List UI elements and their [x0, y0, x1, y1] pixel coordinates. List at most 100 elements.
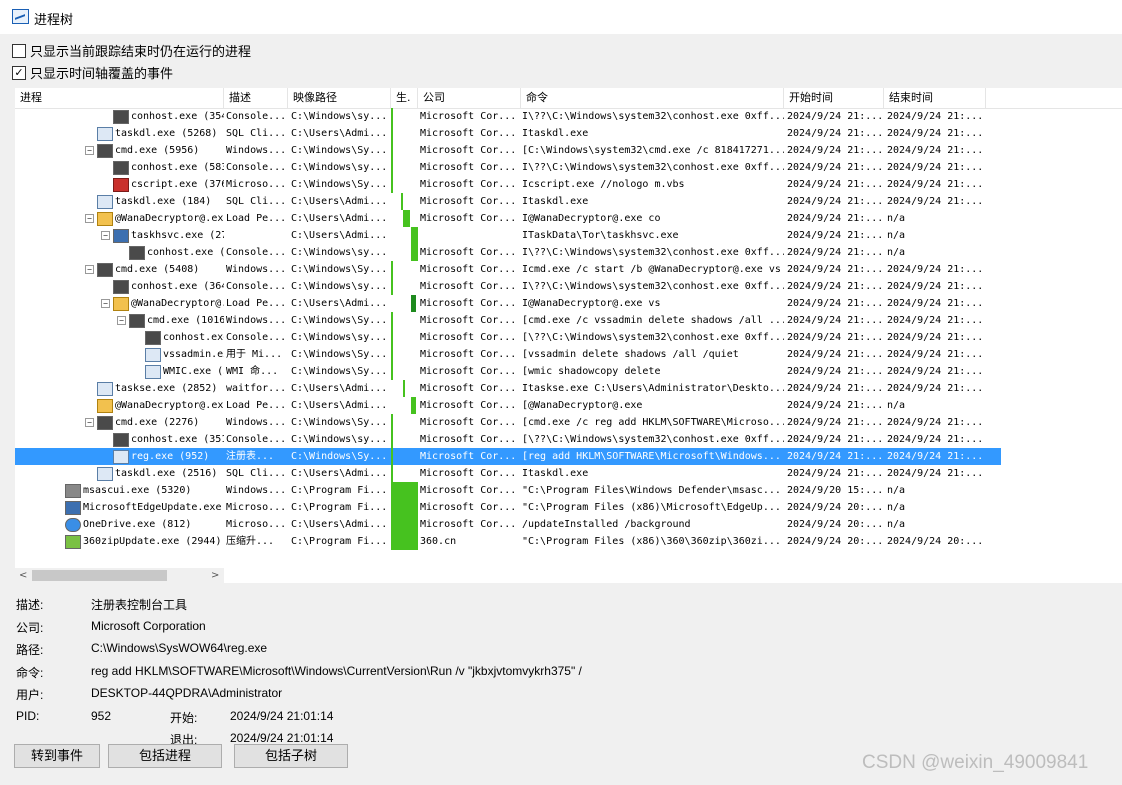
tree-row[interactable]: conhost.exe (3644) — [15, 278, 224, 295]
tree-row[interactable]: − cmd.exe (5408) — [15, 261, 224, 278]
cell-start-time: 2024/9/20 15:... — [787, 485, 884, 496]
table-row[interactable]: Load Pe... C:\Users\Admi... Microsoft Cor.… — [224, 210, 1001, 227]
table-row[interactable]: Microso... C:\Windows\Sy... Microsoft Cor.… — [224, 176, 1001, 193]
table-row[interactable]: 用于 Mi... C:\Windows\Sy... Microsoft Cor...… — [224, 346, 1001, 363]
include-subtree-button[interactable]: 包括子树 — [234, 744, 348, 768]
tree-row[interactable]: conhost.exe (3548) — [15, 108, 224, 125]
tree-row[interactable]: cscript.exe (3764) — [15, 176, 224, 193]
table-row[interactable]: SQL Cli... C:\Users\Admi... Microsoft Cor.… — [224, 193, 1001, 210]
detail-start-label: 开始: — [170, 711, 198, 725]
option-timeline-only[interactable]: ✓ 只显示时间轴覆盖的事件 — [12, 63, 173, 82]
tree-row[interactable]: − @WanaDecryptor@.exe (612 — [15, 210, 224, 227]
tree-row[interactable]: conhost.exe (3516) — [15, 431, 224, 448]
process-tree-grid[interactable]: 进程 描述 映像路径 生. 公司 命令 开始时间 结束时间 conhost.ex… — [15, 88, 1122, 583]
table-row[interactable]: 注册表... C:\Windows\Sy... Microsoft Cor... [r… — [224, 448, 1001, 465]
tree-row[interactable]: MicrosoftEdgeUpdate.exe (856) — [15, 499, 224, 516]
table-row[interactable]: Console... C:\Windows\sy... Microsoft Cor.… — [224, 108, 1001, 125]
option-running-only[interactable]: 只显示当前跟踪结束时仍在运行的进程 — [12, 41, 251, 60]
tree-row[interactable]: taskse.exe (2852) — [15, 380, 224, 397]
defender-icon — [65, 484, 81, 498]
collapse-toggle-icon[interactable]: − — [85, 265, 94, 274]
table-row[interactable]: SQL Cli... C:\Users\Admi... Microsoft Cor.… — [224, 125, 1001, 142]
table-row[interactable]: Console... C:\Windows\sy... Microsoft Cor.… — [224, 278, 1001, 295]
collapse-toggle-icon[interactable]: − — [85, 214, 94, 223]
table-row[interactable]: Load Pe... C:\Users\Admi... Microsoft Cor.… — [224, 397, 1001, 414]
tree-row[interactable]: − cmd.exe (2276) — [15, 414, 224, 431]
table-row[interactable]: Windows... C:\Windows\Sy... Microsoft Cor.… — [224, 261, 1001, 278]
column-header-end-time[interactable]: 结束时间 — [884, 88, 986, 108]
include-process-button[interactable]: 包括进程 — [108, 744, 222, 768]
tree-row[interactable]: vssadmin.exe (2 — [15, 346, 224, 363]
table-row[interactable]: WMI 命... C:\Windows\Sy... Microsoft Cor...… — [224, 363, 1001, 380]
cell-description: waitfor... — [226, 383, 287, 394]
collapse-toggle-icon[interactable]: − — [101, 299, 110, 308]
column-header-company[interactable]: 公司 — [418, 88, 521, 108]
scrollbar-thumb[interactable] — [32, 570, 167, 581]
table-row[interactable]: Load Pe... C:\Users\Admi... Microsoft Cor.… — [224, 295, 1001, 312]
table-row[interactable]: Windows... C:\Program Fi... Microsoft Cor.… — [224, 482, 1001, 499]
tree-row[interactable]: reg.exe (952) — [15, 448, 224, 465]
tree-row[interactable]: msascui.exe (5320) — [15, 482, 224, 499]
tree-row[interactable]: conhost.exe (2724) — [15, 244, 224, 261]
table-row[interactable]: Microso... C:\Users\Admi... Microsoft Cor.… — [224, 516, 1001, 533]
column-header-command[interactable]: 命令 — [521, 88, 784, 108]
cmd-icon — [97, 416, 113, 430]
table-row[interactable]: Windows... C:\Windows\Sy... Microsoft Cor.… — [224, 142, 1001, 159]
tree-row[interactable]: taskdl.exe (184) — [15, 193, 224, 210]
cell-company: Microsoft Cor... — [420, 247, 517, 258]
checkbox-timeline-only[interactable]: ✓ — [12, 65, 26, 80]
cell-company: Microsoft Cor... — [420, 366, 517, 377]
tree-row[interactable]: taskdl.exe (5268) — [15, 125, 224, 142]
tree-row[interactable]: 360zipUpdate.exe (2944) — [15, 533, 224, 550]
column-header-lifetime[interactable]: 生. — [391, 88, 418, 108]
cell-start-time: 2024/9/24 21:... — [787, 128, 884, 139]
column-header-start-time[interactable]: 开始时间 — [784, 88, 884, 108]
collapse-toggle-icon[interactable]: − — [117, 316, 126, 325]
cell-end-time: n/a — [887, 485, 906, 496]
table-row[interactable]: Microso... C:\Program Fi... Microsoft Cor.… — [224, 499, 1001, 516]
tree-row[interactable]: − @WanaDecryptor@.exe ( — [15, 295, 224, 312]
cell-image-path: C:\Users\Admi... — [291, 468, 388, 479]
tree-horizontal-scrollbar[interactable]: < > — [15, 568, 224, 583]
process-icon — [97, 382, 113, 396]
tree-row[interactable]: − cmd.exe (5956) — [15, 142, 224, 159]
table-row[interactable]: waitfor... C:\Users\Admi... Microsoft Cor.… — [224, 380, 1001, 397]
scroll-right-icon[interactable]: > — [211, 568, 219, 583]
cell-start-time: 2024/9/24 21:... — [787, 383, 884, 394]
table-row[interactable]: Windows... C:\Windows\Sy... Microsoft Cor.… — [224, 312, 1001, 329]
cell-start-time: 2024/9/24 21:... — [787, 162, 884, 173]
timeline-bar — [391, 533, 418, 550]
column-header-image-path[interactable]: 映像路径 — [288, 88, 391, 108]
column-header-description[interactable]: 描述 — [224, 88, 288, 108]
collapse-toggle-icon[interactable]: − — [85, 418, 94, 427]
scroll-left-icon[interactable]: < — [19, 568, 27, 583]
tree-row[interactable]: conhost.exe (33 — [15, 329, 224, 346]
cell-command: [cmd.exe /c vssadmin delete shadows /all… — [522, 315, 784, 326]
table-row[interactable]: Console... C:\Windows\sy... Microsoft Cor.… — [224, 159, 1001, 176]
goto-event-button[interactable]: 转到事件 — [14, 744, 100, 768]
tree-row[interactable]: WMIC.exe (3836) — [15, 363, 224, 380]
cell-command: I@WanaDecryptor@.exe vs — [522, 298, 661, 309]
tree-row[interactable]: − taskhsvc.exe (276) — [15, 227, 224, 244]
cell-start-time: 2024/9/24 20:... — [787, 502, 884, 513]
tree-row[interactable]: @WanaDecryptor@.exe (427 — [15, 397, 224, 414]
cell-description: 注册表... — [226, 451, 275, 462]
cell-command: Itaskdl.exe — [522, 468, 589, 479]
cell-company: 360.cn — [420, 536, 457, 547]
table-row[interactable]: 压缩升... C:\Program Fi... 360.cn "C:\Program … — [224, 533, 1001, 550]
tree-row[interactable]: taskdl.exe (2516) — [15, 465, 224, 482]
column-header-process[interactable]: 进程 — [15, 88, 224, 108]
table-row[interactable]: SQL Cli... C:\Users\Admi... Microsoft Cor.… — [224, 465, 1001, 482]
tree-row[interactable]: conhost.exe (5832) — [15, 159, 224, 176]
collapse-toggle-icon[interactable]: − — [101, 231, 110, 240]
table-row[interactable]: Windows... C:\Windows\Sy... Microsoft Cor.… — [224, 414, 1001, 431]
collapse-toggle-icon[interactable]: − — [85, 146, 94, 155]
cell-start-time: 2024/9/24 21:... — [787, 213, 884, 224]
tree-row[interactable]: − cmd.exe (1016) — [15, 312, 224, 329]
tree-row[interactable]: OneDrive.exe (812) — [15, 516, 224, 533]
table-row[interactable]: C:\Users\Admi... ITaskData\Tor\taskhsvc.e… — [224, 227, 1001, 244]
table-row[interactable]: Console... C:\Windows\sy... Microsoft Cor.… — [224, 431, 1001, 448]
table-row[interactable]: Console... C:\Windows\sy... Microsoft Cor.… — [224, 329, 1001, 346]
checkbox-running-only[interactable] — [12, 43, 26, 58]
table-row[interactable]: Console... C:\Windows\sy... Microsoft Cor.… — [224, 244, 1001, 261]
